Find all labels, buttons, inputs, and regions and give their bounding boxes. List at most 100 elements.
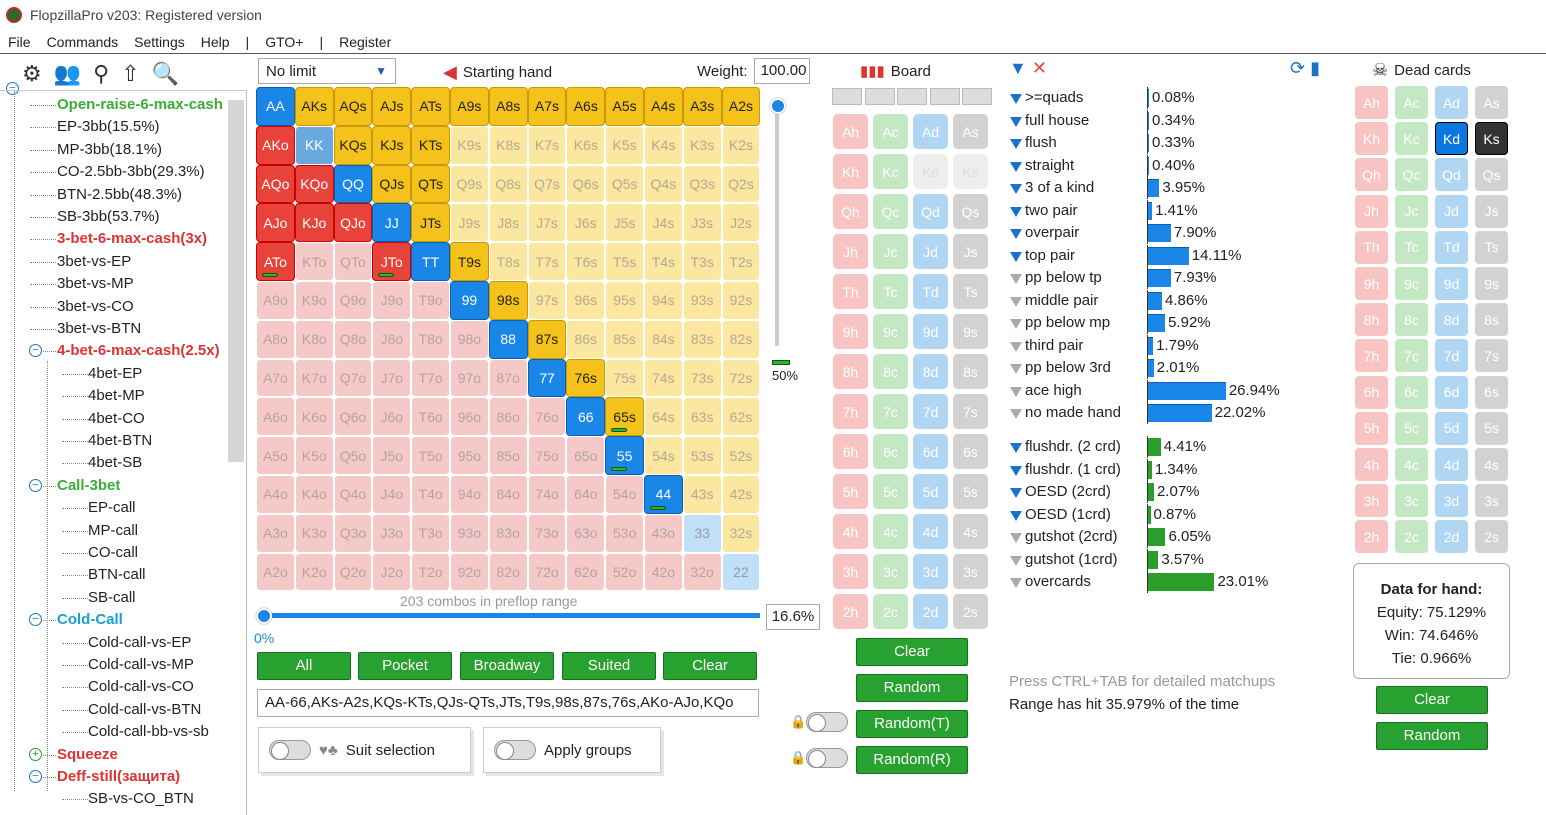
upload-icon[interactable]: ⇧: [121, 61, 139, 87]
filter-icon[interactable]: [1010, 364, 1022, 374]
stat-row-gutshot-2crd-[interactable]: gutshot (2crd): [1010, 526, 1118, 548]
board-card-9c[interactable]: 9c: [873, 314, 908, 349]
dead-card-5h[interactable]: 5h: [1355, 411, 1388, 445]
bar-chart-icon[interactable]: ▮: [1310, 58, 1320, 78]
hand-cell-AKo[interactable]: AKo: [256, 125, 295, 165]
hand-cell-K2s[interactable]: K2s: [721, 125, 761, 165]
tree-item[interactable]: CO-call: [88, 542, 138, 564]
filter-icon[interactable]: [1010, 229, 1022, 239]
hand-cell-AA[interactable]: AA: [256, 87, 295, 126]
board-slot[interactable]: [897, 88, 927, 105]
dead-card-5c[interactable]: 5c: [1395, 411, 1428, 445]
dead-card-7d[interactable]: 7d: [1435, 339, 1468, 373]
dead-card-Qh[interactable]: Qh: [1355, 158, 1388, 192]
gear-icon[interactable]: ⚙: [22, 61, 42, 87]
hand-cell-95s[interactable]: 95s: [605, 280, 644, 320]
stat-row-flush[interactable]: flush: [1010, 132, 1057, 154]
hand-cell-94o[interactable]: 94o: [449, 474, 489, 514]
hand-cell-87s[interactable]: 87s: [527, 319, 567, 359]
hand-cell-J5o[interactable]: J5o: [372, 436, 412, 475]
stat-row-third-pair[interactable]: third pair: [1010, 335, 1083, 357]
hand-cell-65o[interactable]: 65o: [566, 436, 606, 475]
board-slot[interactable]: [962, 88, 992, 105]
board-card-6h[interactable]: 6h: [833, 434, 868, 469]
dead-random-button[interactable]: Random: [1376, 722, 1488, 750]
hand-cell-94s[interactable]: 94s: [643, 280, 683, 320]
hand-cell-JTo[interactable]: JTo: [372, 242, 412, 281]
apply-groups-switch[interactable]: [494, 740, 536, 760]
hand-cell-74s[interactable]: 74s: [643, 358, 683, 398]
hand-cell-T9o[interactable]: T9o: [411, 280, 450, 320]
hand-cell-Q6o[interactable]: Q6o: [333, 397, 373, 437]
hand-cell-A5o[interactable]: A5o: [256, 436, 295, 475]
suit-selection-switch[interactable]: [269, 740, 311, 760]
board-card-Jc[interactable]: Jc: [873, 234, 908, 269]
hand-cell-J2s[interactable]: J2s: [721, 203, 761, 243]
stat-row-pp-below-3rd[interactable]: pp below 3rd: [1010, 357, 1111, 379]
filter-icon[interactable]: [1010, 443, 1022, 453]
hand-cell-32o[interactable]: 32o: [682, 552, 722, 592]
hand-cell-63o[interactable]: 63o: [566, 513, 606, 553]
hand-cell-Q7s[interactable]: Q7s: [527, 164, 567, 204]
hand-cell-ATo[interactable]: ATo: [256, 242, 295, 281]
board-card-Ad[interactable]: Ad: [913, 114, 948, 149]
hand-cell-AKs[interactable]: AKs: [294, 87, 334, 126]
filter-icon[interactable]: [1010, 409, 1022, 419]
hand-cell-72o[interactable]: 72o: [527, 552, 567, 592]
dead-card-Qd[interactable]: Qd: [1435, 158, 1468, 192]
hand-cell-T9s[interactable]: T9s: [449, 242, 489, 281]
hand-cell-Q8o[interactable]: Q8o: [333, 319, 373, 359]
dead-card-Jd[interactable]: Jd: [1435, 194, 1468, 228]
filter-icon[interactable]: [1010, 465, 1022, 476]
board-random-t-button[interactable]: Random(T): [856, 710, 968, 738]
hand-cell-87o[interactable]: 87o: [488, 358, 528, 398]
filter-icon[interactable]: [1010, 251, 1022, 262]
hand-cell-A9s[interactable]: A9s: [449, 87, 489, 126]
hand-cell-99[interactable]: 99: [449, 280, 489, 320]
hand-cell-T5s[interactable]: T5s: [605, 242, 644, 281]
tree-item[interactable]: 3bet-vs-BTN: [57, 318, 141, 340]
suit-selection-toggle[interactable]: ♥♣ Suit selection: [258, 727, 471, 773]
hand-cell-AQs[interactable]: AQs: [333, 87, 373, 126]
hand-cell-T2s[interactable]: T2s: [721, 242, 761, 281]
hand-cell-42s[interactable]: 42s: [721, 474, 761, 514]
hand-cell-A2o[interactable]: A2o: [256, 552, 295, 592]
board-card-9h[interactable]: 9h: [833, 314, 868, 349]
hand-cell-T7o[interactable]: T7o: [411, 358, 450, 398]
board-random-button[interactable]: Random: [856, 674, 968, 702]
hand-cell-A3o[interactable]: A3o: [256, 513, 295, 553]
hand-cell-T2o[interactable]: T2o: [411, 552, 450, 592]
dead-card-6h[interactable]: 6h: [1355, 375, 1388, 409]
hand-cell-64s[interactable]: 64s: [643, 397, 683, 437]
board-card-Tc[interactable]: Tc: [873, 274, 908, 309]
dead-card-6c[interactable]: 6c: [1395, 375, 1428, 409]
refresh-icon[interactable]: ⟳: [1290, 58, 1305, 78]
stat-row-oesd-1crd-[interactable]: OESD (1crd): [1010, 504, 1111, 526]
hand-cell-QJs[interactable]: QJs: [372, 164, 412, 204]
hand-cell-J8o[interactable]: J8o: [372, 319, 412, 359]
dead-clear-button[interactable]: Clear: [1376, 686, 1488, 714]
hand-cell-J4s[interactable]: J4s: [643, 203, 683, 243]
tree-item[interactable]: SB-vs-CO_BTN: [88, 788, 194, 810]
hand-cell-T7s[interactable]: T7s: [527, 242, 567, 281]
hand-cell-J9o[interactable]: J9o: [372, 280, 412, 320]
hand-cell-97o[interactable]: 97o: [449, 358, 489, 398]
dead-card-Ad[interactable]: Ad: [1435, 86, 1468, 119]
tree-item[interactable]: CO-2.5bb-3bb(29.3%): [57, 161, 205, 183]
board-card-Th[interactable]: Th: [833, 274, 868, 309]
hand-cell-86o[interactable]: 86o: [488, 397, 528, 437]
dead-card-3h[interactable]: 3h: [1355, 484, 1388, 518]
hand-cell-A5s[interactable]: A5s: [605, 87, 644, 126]
hand-cell-K2o[interactable]: K2o: [294, 552, 334, 592]
hand-cell-A2s[interactable]: A2s: [721, 87, 761, 126]
dead-card-9d[interactable]: 9d: [1435, 267, 1468, 300]
hand-cell-92s[interactable]: 92s: [721, 280, 761, 320]
dead-card-7h[interactable]: 7h: [1355, 339, 1388, 373]
board-card-4h[interactable]: 4h: [833, 514, 868, 549]
hand-cell-QTs[interactable]: QTs: [411, 164, 450, 204]
hand-cell-Q2o[interactable]: Q2o: [333, 552, 373, 592]
hand-cell-93o[interactable]: 93o: [449, 513, 489, 553]
dead-card-Kc[interactable]: Kc: [1395, 122, 1428, 156]
hand-cell-Q3o[interactable]: Q3o: [333, 513, 373, 553]
board-card-8d[interactable]: 8d: [913, 354, 948, 389]
